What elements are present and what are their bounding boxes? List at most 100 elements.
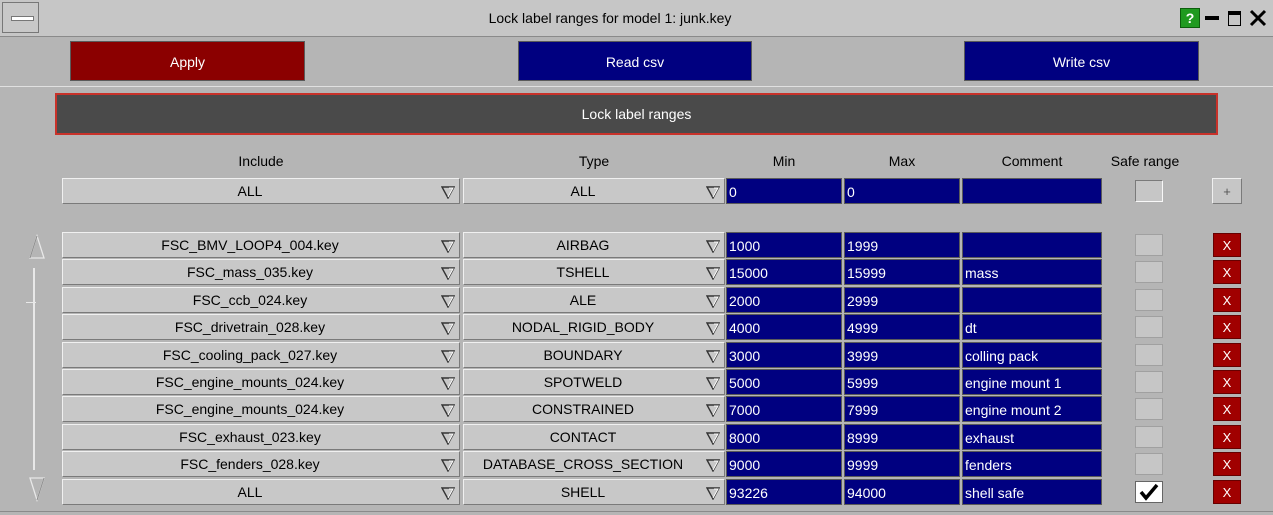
comment-input[interactable]: fenders (962, 451, 1102, 477)
maximize-button[interactable] (1224, 8, 1244, 28)
delete-row-button[interactable]: X (1213, 315, 1241, 339)
min-input[interactable]: 93226 (726, 479, 842, 505)
include-dropdown[interactable]: FSC_drivetrain_028.key (62, 314, 460, 340)
max-input[interactable]: 1999 (844, 232, 960, 258)
type-dropdown[interactable]: DATABASE_CROSS_SECTION (463, 451, 725, 477)
safe-range-checkbox[interactable] (1135, 234, 1163, 256)
min-input[interactable]: 5000 (726, 369, 842, 395)
include-dropdown[interactable]: FSC_exhaust_023.key (62, 424, 460, 450)
dropdown-triangle-icon (441, 377, 455, 390)
column-header-type: Type (578, 153, 610, 169)
type-value: SPOTWELD (543, 374, 623, 390)
include-dropdown[interactable]: FSC_ccb_024.key (62, 287, 460, 313)
max-input[interactable]: 8999 (844, 424, 960, 450)
checkmark-icon (1139, 483, 1159, 501)
max-input[interactable]: 9999 (844, 451, 960, 477)
type-dropdown[interactable]: ALE (463, 287, 725, 313)
type-dropdown[interactable]: AIRBAG (463, 232, 725, 258)
delete-row-button[interactable]: X (1213, 452, 1241, 476)
type-dropdown[interactable]: BOUNDARY (463, 342, 725, 368)
write-csv-button[interactable]: Write csv (964, 41, 1199, 81)
filter-comment-input[interactable] (962, 178, 1102, 204)
filter-max-input[interactable]: 0 (844, 178, 960, 204)
max-input[interactable]: 2999 (844, 287, 960, 313)
dropdown-triangle-icon (706, 487, 720, 500)
safe-range-checkbox[interactable] (1135, 426, 1163, 448)
minimize-button[interactable] (1202, 8, 1222, 28)
delete-row-button[interactable]: X (1213, 480, 1241, 504)
apply-button[interactable]: Apply (70, 41, 305, 81)
type-dropdown[interactable]: SPOTWELD (463, 369, 725, 395)
min-input[interactable]: 3000 (726, 342, 842, 368)
include-dropdown[interactable]: FSC_engine_mounts_024.key (62, 396, 460, 422)
dropdown-triangle-icon (441, 487, 455, 500)
filter-include-dropdown[interactable]: ALL (62, 178, 460, 204)
safe-range-checkbox[interactable] (1135, 261, 1163, 283)
scroll-down-arrow-icon[interactable] (26, 476, 48, 502)
comment-input[interactable]: colling pack (962, 342, 1102, 368)
comment-input[interactable] (962, 287, 1102, 313)
comment-input[interactable]: mass (962, 259, 1102, 285)
filter-type-dropdown[interactable]: ALL (463, 178, 725, 204)
window-menu-button[interactable] (2, 2, 39, 33)
filter-safe-range-checkbox[interactable] (1135, 180, 1163, 202)
include-dropdown[interactable]: FSC_BMV_LOOP4_004.key (62, 232, 460, 258)
delete-row-button[interactable]: X (1213, 370, 1241, 394)
max-input[interactable]: 15999 (844, 259, 960, 285)
min-input[interactable]: 9000 (726, 451, 842, 477)
safe-range-checkbox[interactable] (1135, 371, 1163, 393)
safe-range-checkbox[interactable] (1135, 481, 1163, 503)
delete-row-button[interactable]: X (1213, 397, 1241, 421)
include-dropdown[interactable]: FSC_cooling_pack_027.key (62, 342, 460, 368)
include-dropdown[interactable]: ALL (62, 479, 460, 505)
dropdown-triangle-icon (706, 186, 720, 199)
dropdown-triangle-icon (706, 377, 720, 390)
scrollbar-thumb[interactable] (26, 302, 36, 303)
min-input[interactable]: 7000 (726, 396, 842, 422)
max-input[interactable]: 94000 (844, 479, 960, 505)
type-dropdown[interactable]: SHELL (463, 479, 725, 505)
scroll-up-arrow-icon[interactable] (26, 234, 48, 260)
comment-input[interactable]: shell safe (962, 479, 1102, 505)
read-csv-button[interactable]: Read csv (518, 41, 752, 81)
comment-input[interactable]: exhaust (962, 424, 1102, 450)
close-button[interactable] (1247, 8, 1269, 28)
scrollbar-track[interactable] (33, 268, 35, 470)
safe-range-checkbox[interactable] (1135, 344, 1163, 366)
filter-min-input[interactable]: 0 (726, 178, 842, 204)
min-input[interactable]: 4000 (726, 314, 842, 340)
comment-input[interactable] (962, 232, 1102, 258)
delete-row-button[interactable]: X (1213, 233, 1241, 257)
type-dropdown[interactable]: CONSTRAINED (463, 396, 725, 422)
min-input[interactable]: 8000 (726, 424, 842, 450)
type-dropdown[interactable]: TSHELL (463, 259, 725, 285)
delete-row-button[interactable]: X (1213, 425, 1241, 449)
help-button[interactable]: ? (1180, 8, 1200, 28)
min-input[interactable]: 1000 (726, 232, 842, 258)
include-dropdown[interactable]: FSC_engine_mounts_024.key (62, 369, 460, 395)
max-input[interactable]: 7999 (844, 396, 960, 422)
comment-input[interactable]: dt (962, 314, 1102, 340)
delete-row-button[interactable]: X (1213, 288, 1241, 312)
delete-row-button[interactable]: X (1213, 343, 1241, 367)
min-input[interactable]: 15000 (726, 259, 842, 285)
delete-row-button[interactable]: X (1213, 260, 1241, 284)
window-title: Lock label ranges for model 1: junk.key (488, 10, 732, 26)
max-input[interactable]: 3999 (844, 342, 960, 368)
add-row-button[interactable]: + (1212, 178, 1242, 204)
comment-input[interactable]: engine mount 1 (962, 369, 1102, 395)
safe-range-checkbox[interactable] (1135, 289, 1163, 311)
max-input[interactable]: 4999 (844, 314, 960, 340)
dropdown-triangle-icon (706, 322, 720, 335)
max-input[interactable]: 5999 (844, 369, 960, 395)
min-input[interactable]: 2000 (726, 287, 842, 313)
safe-range-checkbox[interactable] (1135, 453, 1163, 475)
comment-input[interactable]: engine mount 2 (962, 396, 1102, 422)
type-dropdown[interactable]: NODAL_RIGID_BODY (463, 314, 725, 340)
type-dropdown[interactable]: CONTACT (463, 424, 725, 450)
include-dropdown[interactable]: FSC_fenders_028.key (62, 451, 460, 477)
filter-include-value: ALL (237, 183, 263, 199)
include-dropdown[interactable]: FSC_mass_035.key (62, 259, 460, 285)
safe-range-checkbox[interactable] (1135, 398, 1163, 420)
safe-range-checkbox[interactable] (1135, 316, 1163, 338)
